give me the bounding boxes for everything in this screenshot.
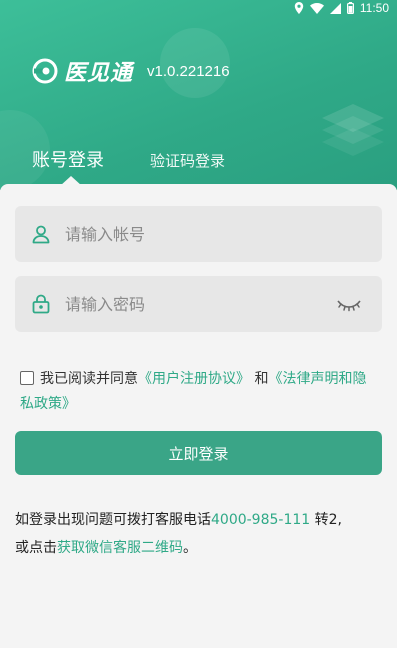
service-phone-link[interactable]: 4000-985-111	[211, 512, 310, 528]
login-tabs: 账号登录 验证码登录	[0, 140, 397, 190]
agreement-checkbox[interactable]	[20, 371, 34, 385]
brand-name: 医见通	[64, 61, 134, 86]
account-field[interactable]	[15, 206, 382, 262]
account-input[interactable]	[65, 206, 382, 262]
help-text: 如登录出现问题可拨打客服电话4000-985-111 转2, 或点击获取微信客服…	[15, 506, 385, 562]
agreement-row: 我已阅读并同意《用户注册协议》 和《法律声明和隐私政策》	[20, 367, 380, 417]
help-text-part: 如登录出现问题可拨打客服电话	[15, 512, 211, 528]
user-icon	[32, 225, 50, 244]
tab-account-login[interactable]: 账号登录	[32, 146, 104, 172]
password-input[interactable]	[65, 276, 336, 332]
wifi-icon	[309, 2, 324, 14]
signal-icon	[329, 2, 341, 14]
eye-closed-icon[interactable]	[336, 296, 362, 312]
help-text-part: 转2,	[310, 512, 342, 528]
agreement-prefix: 我已阅读并同意	[40, 371, 138, 387]
agreement-and: 和	[250, 371, 269, 387]
brand-logo-icon	[32, 58, 58, 84]
login-panel: 我已阅读并同意《用户注册协议》 和《法律声明和隐私政策》 立即登录 如登录出现问…	[0, 184, 397, 648]
location-icon	[294, 2, 304, 14]
wechat-qrcode-link[interactable]: 获取微信客服二维码	[57, 540, 183, 556]
help-text-part: 或点击	[15, 540, 57, 556]
lock-icon	[32, 294, 50, 314]
status-time: 11:50	[359, 1, 389, 15]
app-version: v1.0.221216	[147, 62, 230, 80]
header-banner: 11:50 医见通 v1.0.221216 账号登录 验证码登录	[0, 0, 397, 190]
user-agreement-link[interactable]: 《用户注册协议》	[138, 371, 250, 387]
status-bar: 11:50	[294, 0, 389, 16]
tab-sms-login[interactable]: 验证码登录	[150, 150, 225, 171]
login-button[interactable]: 立即登录	[15, 431, 382, 475]
help-text-part: 。	[183, 540, 197, 556]
battery-icon	[346, 2, 354, 14]
brand-logo: 医见通 v1.0.221216	[32, 56, 230, 86]
password-field[interactable]	[15, 276, 382, 332]
